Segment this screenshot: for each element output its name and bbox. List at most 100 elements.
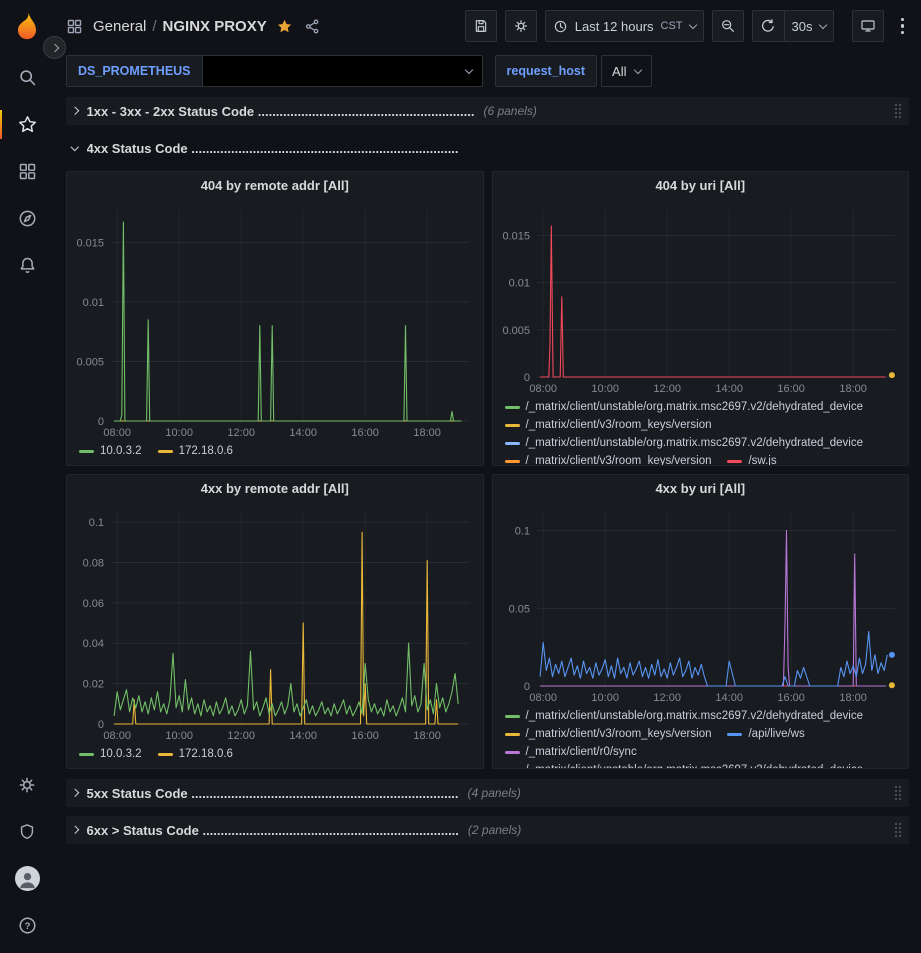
favorite-star-icon[interactable] (276, 18, 293, 35)
legend: 10.0.3.2 172.18.0.6 (67, 441, 483, 465)
kebab-menu-icon[interactable] (896, 13, 910, 40)
help-icon[interactable]: ? (0, 902, 54, 949)
svg-text:0.06: 0.06 (83, 598, 104, 610)
legend-item[interactable]: /_matrix/client/unstable/org.matrix.msc2… (505, 399, 864, 415)
svg-text:0: 0 (98, 416, 104, 428)
chevron-down-icon (688, 20, 696, 28)
user-avatar[interactable] (0, 855, 54, 902)
svg-text:0.005: 0.005 (76, 356, 104, 368)
svg-text:12:00: 12:00 (227, 730, 255, 742)
row-4xx-status-code[interactable]: 4xx Status Code ........................… (66, 134, 909, 162)
drag-handle-icon[interactable] (893, 822, 903, 838)
legend-item[interactable]: /_matrix/client/unstable/org.matrix.msc2… (505, 435, 864, 451)
legend-item[interactable]: 10.0.3.2 (79, 443, 142, 459)
time-range-picker[interactable]: Last 12 hours CST (545, 10, 704, 42)
explore-compass-icon[interactable] (0, 195, 54, 242)
legend-item[interactable]: /_matrix/client/v3/room_keys/version (505, 726, 712, 742)
chevron-right-icon (50, 43, 58, 51)
refresh-interval-picker[interactable]: 30s (784, 10, 834, 42)
panel-title[interactable]: 4xx by uri [All] (493, 475, 909, 502)
chevron-down-icon (818, 20, 826, 28)
series-color-swatch (79, 753, 94, 756)
svg-text:14:00: 14:00 (715, 692, 743, 704)
sidebar-expand-button[interactable] (43, 36, 66, 59)
svg-text:10:00: 10:00 (591, 383, 619, 395)
admin-shield-icon[interactable] (0, 808, 54, 855)
request-host-select[interactable]: All (601, 55, 652, 87)
svg-text:0.05: 0.05 (508, 603, 529, 615)
legend[interactable]: /_matrix/client/unstable/org.matrix.msc2… (493, 397, 909, 465)
svg-text:0.01: 0.01 (508, 278, 529, 290)
svg-text:0.02: 0.02 (83, 679, 104, 691)
row-5xx-status-code[interactable]: 5xx Status Code ........................… (66, 779, 909, 807)
search-icon[interactable] (0, 54, 54, 101)
top-navbar: General / NGINX PROXY Last 12 hours (54, 0, 921, 52)
series-name: 10.0.3.2 (100, 443, 142, 459)
avatar (15, 866, 40, 891)
drag-handle-icon[interactable] (893, 785, 903, 801)
svg-text:18:00: 18:00 (413, 730, 441, 742)
legend-item[interactable]: /_matrix/client/v3/room_keys/version (505, 417, 712, 433)
save-dashboard-button[interactable] (465, 10, 497, 42)
refresh-button[interactable] (752, 10, 784, 42)
navbar-toolbar: Last 12 hours CST 30s (457, 10, 909, 42)
svg-text:18:00: 18:00 (413, 427, 441, 439)
dashboard-settings-button[interactable] (505, 10, 537, 42)
legend-item[interactable]: 172.18.0.6 (158, 443, 233, 459)
svg-text:0: 0 (98, 719, 104, 731)
breadcrumb-section[interactable]: General (93, 18, 146, 35)
panel-4xx-by-uri: 4xx by uri [All] 08:0010:0012:0014:0016:… (492, 474, 910, 769)
zoom-out-button[interactable] (712, 10, 744, 42)
grafana-logo[interactable] (10, 10, 44, 44)
drag-handle-icon[interactable] (893, 103, 903, 119)
row-title: 4xx Status Code ........................… (87, 141, 459, 156)
dashboards-grid-icon[interactable] (0, 148, 54, 195)
legend-item[interactable]: /api/live/ws (727, 726, 804, 742)
legend-item[interactable]: /_matrix/client/v3/room_keys/version (505, 453, 712, 465)
time-series-chart[interactable]: 08:0010:0012:0014:0016:0018:0000.020.040… (67, 502, 483, 744)
legend-item[interactable]: /_matrix/client/unstable/org.matrix.msc2… (505, 762, 864, 768)
legend-item[interactable]: /_matrix/client/r0/sync (505, 744, 637, 760)
dashboard-canvas: 1xx - 3xx - 2xx Status Code ............… (54, 90, 921, 953)
time-series-chart[interactable]: 08:0010:0012:0014:0016:0018:0000.0050.01… (493, 199, 909, 397)
row-1xx-3xx-2xx-status-code[interactable]: 1xx - 3xx - 2xx Status Code ............… (66, 97, 909, 125)
legend-item[interactable]: 10.0.3.2 (79, 746, 142, 762)
svg-text:?: ? (24, 921, 30, 932)
time-series-chart[interactable]: 08:0010:0012:0014:0016:0018:0000.0050.01… (67, 199, 483, 441)
panel-404-by-uri: 404 by uri [All] 08:0010:0012:0014:0016:… (492, 171, 910, 466)
series-color-swatch (505, 406, 520, 409)
svg-text:12:00: 12:00 (227, 427, 255, 439)
dashboard-variables-bar: DS_PROMETHEUS request_host All (54, 52, 921, 90)
svg-text:10:00: 10:00 (165, 730, 193, 742)
alerting-bell-icon[interactable] (0, 242, 54, 289)
svg-text:16:00: 16:00 (351, 730, 379, 742)
legend-item[interactable]: 172.18.0.6 (158, 746, 233, 762)
dashboard-title[interactable]: NGINX PROXY (163, 18, 267, 35)
datasource-variable-label: DS_PROMETHEUS (66, 55, 203, 87)
series-name: /api/live/ws (748, 726, 804, 742)
share-icon[interactable] (304, 18, 321, 35)
request-host-value: All (612, 64, 626, 79)
svg-text:14:00: 14:00 (289, 427, 317, 439)
series-name: /_matrix/client/v3/room_keys/version (526, 726, 712, 742)
row-title: 1xx - 3xx - 2xx Status Code ............… (87, 104, 475, 119)
legend[interactable]: /_matrix/client/unstable/org.matrix.msc2… (493, 706, 909, 768)
svg-text:0.015: 0.015 (502, 230, 530, 242)
series-name: /_matrix/client/unstable/org.matrix.msc2… (526, 435, 864, 451)
settings-gear-icon[interactable] (0, 761, 54, 808)
panel-title[interactable]: 4xx by remote addr [All] (67, 475, 483, 502)
svg-text:0.01: 0.01 (83, 297, 104, 309)
time-series-chart[interactable]: 08:0010:0012:0014:0016:0018:0000.050.1 (493, 502, 909, 706)
timezone-label: CST (661, 20, 683, 32)
request-host-variable-label: request_host (495, 55, 598, 87)
datasource-select[interactable] (203, 55, 483, 87)
row-6xx-status-code[interactable]: 6xx > Status Code ......................… (66, 816, 909, 844)
panel-title[interactable]: 404 by uri [All] (493, 172, 909, 199)
breadcrumb: General / NGINX PROXY (93, 18, 267, 35)
starred-icon[interactable] (0, 101, 54, 148)
series-color-swatch (727, 460, 742, 463)
tv-mode-button[interactable] (852, 10, 884, 42)
legend-item[interactable]: /_matrix/client/unstable/org.matrix.msc2… (505, 708, 864, 724)
panel-title[interactable]: 404 by remote addr [All] (67, 172, 483, 199)
legend-item[interactable]: /sw.js (727, 453, 776, 465)
